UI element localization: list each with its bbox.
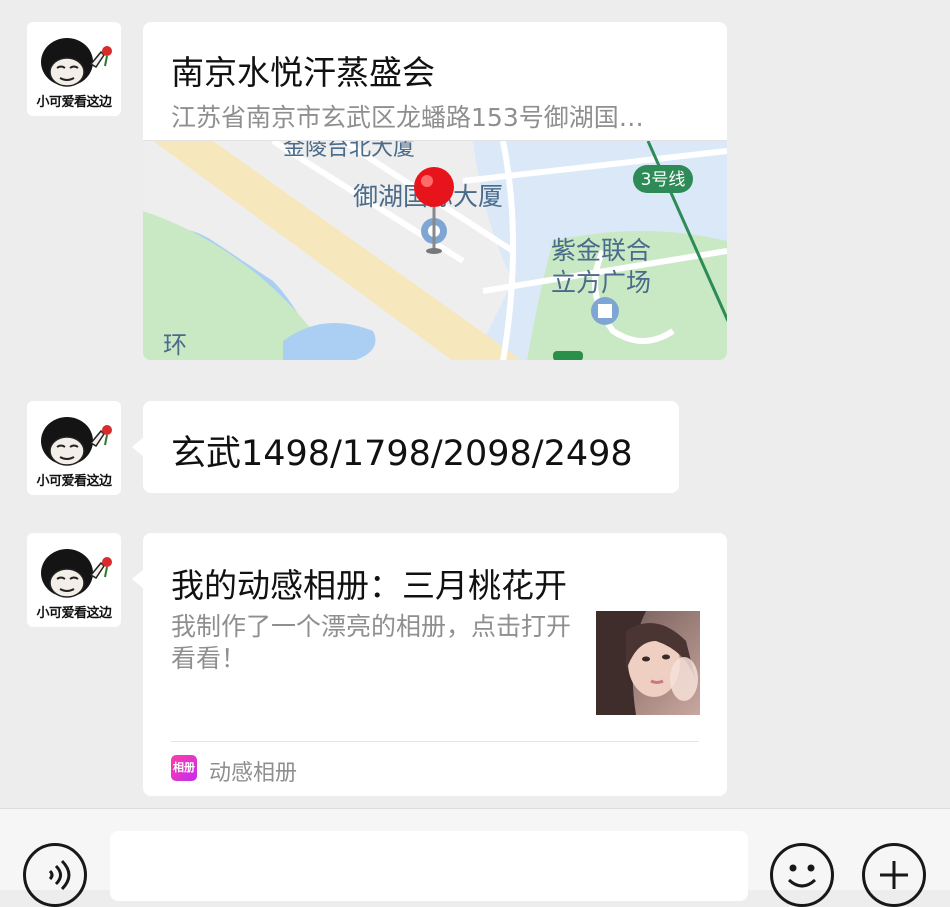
album-app-icon: 相册 bbox=[171, 755, 197, 781]
sender-avatar[interactable]: 小可爱看这边 bbox=[27, 22, 121, 116]
sender-avatar[interactable]: 小可爱看这边 bbox=[27, 401, 121, 495]
plus-button[interactable] bbox=[862, 843, 926, 907]
text-message-bubble[interactable]: 玄武1498/1798/2098/2498 bbox=[132, 401, 679, 493]
voice-button[interactable] bbox=[23, 843, 87, 907]
map-poi-label-2a: 紫金联合 bbox=[551, 236, 651, 265]
map-poi-label-2b: 立方广场 bbox=[551, 268, 651, 297]
message-input[interactable] bbox=[110, 831, 748, 901]
album-app-name: 动感相册 bbox=[209, 761, 298, 786]
album-description: 我制作了一个漂亮的相册，点击打开看看！ bbox=[171, 612, 572, 673]
location-card[interactable]: 南京水悦汗蒸盛会 江苏省南京市玄武区龙蟠路153号御湖国… 3号线 金陵台北大厦… bbox=[143, 22, 727, 360]
location-address: 江苏省南京市玄武区龙蟠路153号御湖国… bbox=[171, 103, 644, 132]
album-title: 我的动感相册：三月桃花开 bbox=[171, 566, 567, 605]
avatar-caption: 小可爱看这边 bbox=[36, 474, 112, 489]
album-thumbnail bbox=[596, 611, 700, 715]
emoji-icon bbox=[787, 864, 817, 888]
chat-input-bar bbox=[0, 808, 950, 907]
album-divider bbox=[171, 741, 699, 742]
map-top-label: 金陵台北大厦 bbox=[283, 141, 415, 161]
location-map[interactable]: 3号线 金陵台北大厦 御湖国际大厦 紫金联合 立方广场 环 bbox=[143, 136, 727, 360]
avatar-caption: 小可爱看这边 bbox=[36, 95, 112, 110]
avatar-caption: 小可爱看这边 bbox=[36, 606, 112, 621]
album-card[interactable]: 我的动感相册：三月桃花开 我制作了一个漂亮的相册，点击打开看看！ 相册 动感相册 bbox=[132, 533, 727, 796]
sender-avatar[interactable]: 小可爱看这边 bbox=[27, 533, 121, 627]
map-pin-icon bbox=[414, 167, 454, 207]
text-message: 玄武1498/1798/2098/2498 bbox=[171, 434, 633, 474]
plus-icon bbox=[880, 861, 908, 889]
map-bottom-label: 环 bbox=[163, 331, 187, 359]
voice-icon bbox=[48, 859, 71, 891]
emoji-button[interactable] bbox=[770, 843, 834, 907]
location-title: 南京水悦汗蒸盛会 bbox=[171, 53, 435, 92]
subway-badge: 3号线 bbox=[641, 170, 686, 190]
chat-message-list: 小可爱看这边 南京水悦汗蒸盛会 江苏省南京市玄武区龙蟠路153号御湖国… 3号线… bbox=[0, 0, 950, 808]
